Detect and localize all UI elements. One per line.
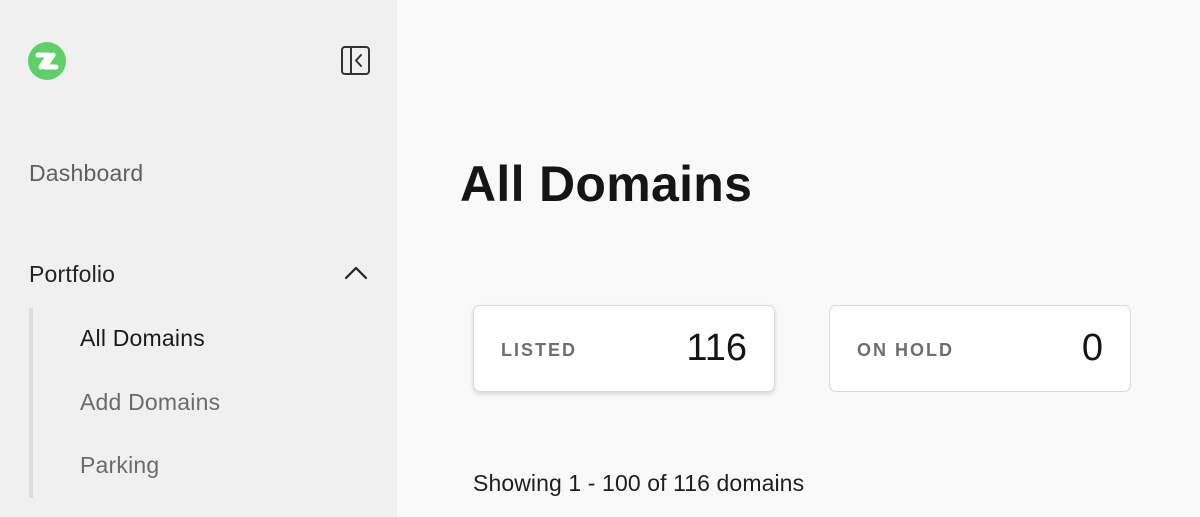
app-window: Dashboard Portfolio All Domains Add Doma… xyxy=(0,0,1200,517)
stat-label: LISTED xyxy=(501,340,578,360)
stat-card-on-hold[interactable]: ON HOLD 0 xyxy=(829,305,1131,392)
sidebar-item-all-domains[interactable]: All Domains xyxy=(80,325,205,352)
logo-icon[interactable] xyxy=(27,41,67,81)
sidebar-item-parking[interactable]: Parking xyxy=(80,452,159,479)
collapse-sidebar-icon[interactable] xyxy=(340,45,371,76)
chevron-up-icon xyxy=(343,264,369,282)
stat-value: 0 xyxy=(1081,327,1103,369)
sidebar-item-add-domains[interactable]: Add Domains xyxy=(80,389,220,416)
results-count: Showing 1 - 100 of 116 domains xyxy=(473,470,805,496)
stat-label: ON HOLD xyxy=(857,340,954,360)
submenu-divider xyxy=(29,308,33,498)
main-content: All Domains LISTED 116 ON HOLD 0 Showing… xyxy=(397,0,1200,517)
sidebar-item-label: Portfolio xyxy=(29,261,116,287)
page-title: All Domains xyxy=(460,156,753,212)
stat-value: 116 xyxy=(686,327,747,369)
sidebar-item-dashboard[interactable]: Dashboard xyxy=(29,160,143,187)
sidebar: Dashboard Portfolio All Domains Add Doma… xyxy=(0,0,397,517)
sidebar-item-portfolio[interactable]: Portfolio xyxy=(29,258,369,294)
stat-card-listed[interactable]: LISTED 116 xyxy=(473,305,775,392)
